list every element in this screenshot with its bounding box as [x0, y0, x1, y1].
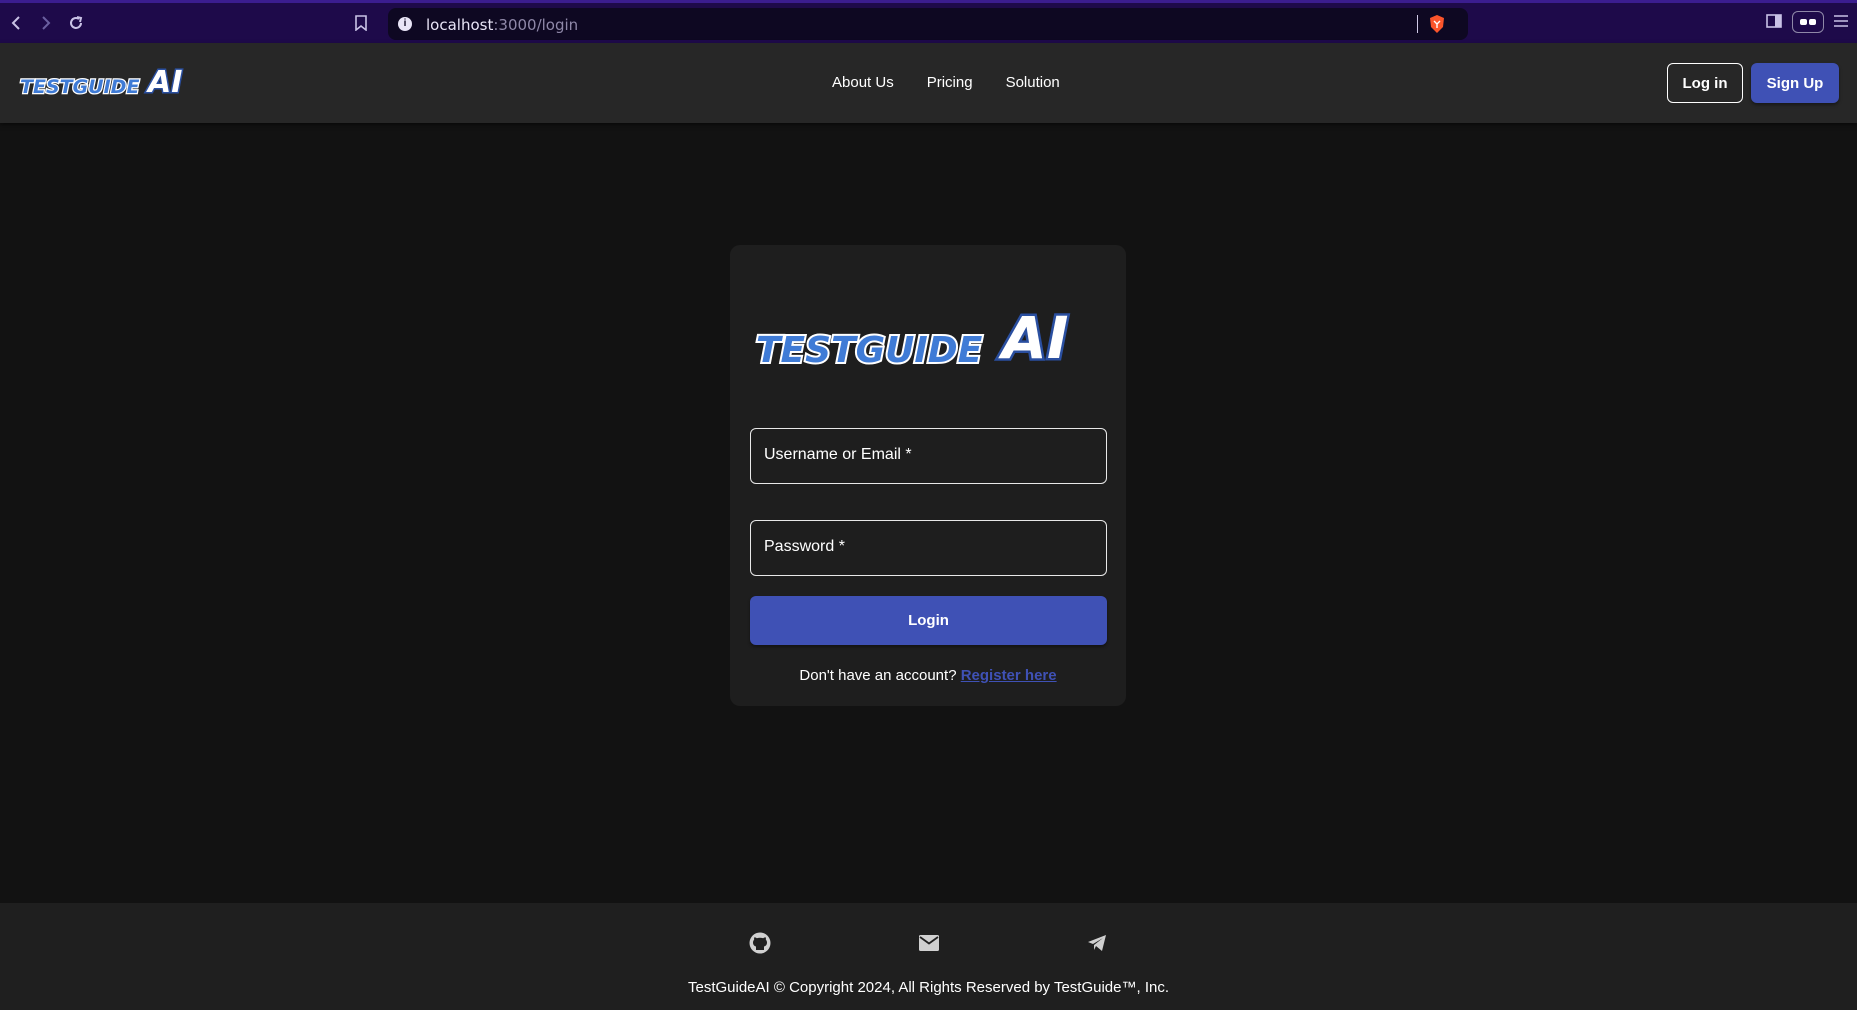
card-logo: TESTGUIDE AI: [754, 300, 1106, 378]
back-icon[interactable]: [5, 12, 27, 34]
nav-solution[interactable]: Solution: [1006, 74, 1060, 91]
register-link[interactable]: Register here: [961, 667, 1057, 684]
email-icon[interactable]: [917, 931, 941, 955]
username-label: Username or Email *: [764, 446, 912, 463]
copyright-text: TestGuideAI © Copyright 2024, All Rights…: [687, 979, 1169, 996]
vpn-glasses-icon[interactable]: [1792, 11, 1824, 33]
browser-toolbar: i localhost:3000/login: [0, 0, 1857, 43]
url-divider: [1417, 15, 1418, 33]
password-field[interactable]: Password *: [750, 520, 1107, 576]
header-login-button[interactable]: Log in: [1667, 63, 1743, 103]
svg-text:AI: AI: [146, 65, 182, 100]
login-card: TESTGUIDE AI Username or Email * Passwor…: [730, 245, 1126, 706]
password-label: Password *: [764, 538, 845, 555]
brave-shield-icon[interactable]: [1429, 15, 1445, 33]
telegram-icon[interactable]: [1085, 931, 1109, 955]
username-email-field[interactable]: Username or Email *: [750, 428, 1107, 484]
svg-text:AI: AI: [998, 304, 1068, 372]
svg-text:TESTGUIDE: TESTGUIDE: [756, 330, 983, 371]
nav-about-us[interactable]: About Us: [832, 74, 894, 91]
address-bar[interactable]: i localhost:3000/login: [388, 8, 1468, 40]
main-nav: About Us Pricing Solution: [832, 74, 1060, 91]
nav-pricing[interactable]: Pricing: [927, 74, 973, 91]
svg-text:TESTGUIDE: TESTGUIDE: [20, 76, 139, 98]
forward-icon[interactable]: [35, 12, 57, 34]
site-info-icon[interactable]: i: [398, 17, 412, 31]
reload-icon[interactable]: [65, 12, 87, 34]
url-text: localhost:3000/login: [426, 16, 579, 34]
header-signup-button[interactable]: Sign Up: [1751, 63, 1839, 103]
register-prompt: Don't have an account? Register here: [799, 667, 1057, 684]
header-logo[interactable]: TESTGUIDE AI: [18, 61, 203, 102]
bookmark-icon[interactable]: [355, 15, 367, 36]
app-header: TESTGUIDE AI About Us Pricing Solution L…: [0, 43, 1857, 123]
footer: TestGuideAI © Copyright 2024, All Rights…: [0, 903, 1857, 1010]
sidebar-toggle-icon[interactable]: [1766, 13, 1782, 34]
login-submit-button[interactable]: Login: [750, 596, 1107, 645]
github-icon[interactable]: [748, 931, 772, 955]
menu-icon[interactable]: [1833, 13, 1849, 34]
